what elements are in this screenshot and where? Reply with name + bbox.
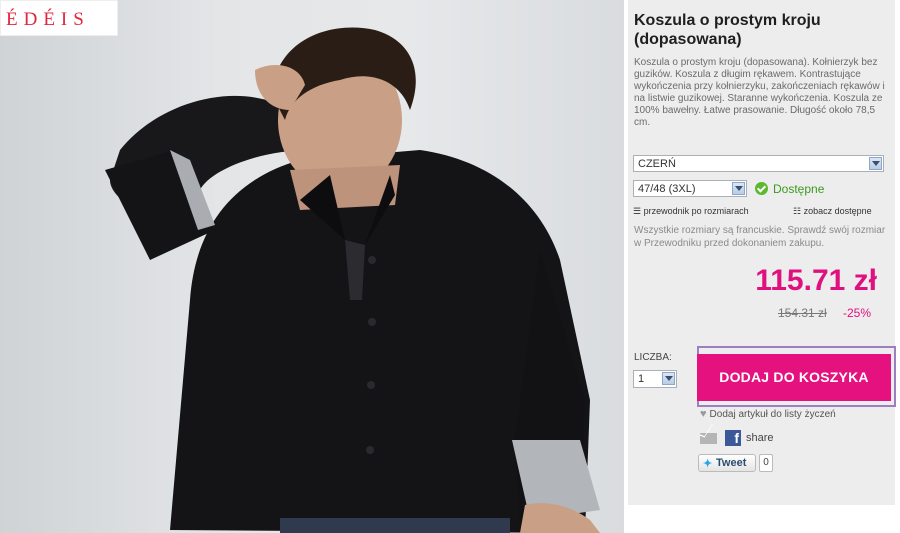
- dropdown-arrow-icon: [869, 157, 882, 170]
- color-select-value: CZERŃ: [638, 158, 676, 170]
- quantity-select[interactable]: 1: [633, 370, 677, 388]
- heart-icon: ♥: [700, 408, 707, 420]
- brand-logo-text: ÉDÉIS: [6, 9, 90, 30]
- product-title: Koszula o prostym kroju (dopasowana): [634, 12, 821, 48]
- see-available-link[interactable]: ☷ zobacz dostępne: [793, 206, 872, 217]
- model-illustration: [105, 27, 600, 533]
- color-select[interactable]: CZERŃ: [633, 155, 884, 172]
- brand-logo[interactable]: ÉDÉIS: [0, 0, 118, 36]
- dropdown-arrow-icon: [662, 372, 675, 385]
- product-panel: Koszula o prostym kroju (dopasowana) Kos…: [628, 0, 896, 505]
- discount-badge: -25%: [843, 306, 872, 320]
- quantity-label: LICZBA:: [634, 352, 672, 363]
- size-select-value: 47/48 (3XL): [638, 183, 696, 195]
- wishlist-link[interactable]: ♥ Dodaj artykuł do listy życzeń: [700, 408, 836, 420]
- quantity-value: 1: [638, 373, 645, 385]
- product-description: Koszula o prostym kroju (dopasowana). Ko…: [634, 57, 885, 128]
- dropdown-arrow-icon: [732, 182, 745, 195]
- tweet-button[interactable]: ✦ Tweet: [698, 454, 756, 472]
- size-note: Wszystkie rozmiary są francuskie. Sprawd…: [634, 225, 886, 249]
- see-available-link-label: zobacz dostępne: [803, 206, 872, 216]
- size-select[interactable]: 47/48 (3XL): [633, 180, 747, 197]
- mail-icon[interactable]: [700, 433, 717, 444]
- old-price: 154.31 zł: [778, 306, 827, 320]
- availability-status: Dostępne: [773, 182, 825, 196]
- add-to-cart-button[interactable]: DODAJ DO KOSZYKA: [697, 354, 891, 401]
- product-photo: ÉDÉIS: [0, 0, 624, 533]
- checkmark-icon: [755, 182, 768, 195]
- tweet-button-label: Tweet: [716, 457, 747, 469]
- twitter-bird-icon: ✦: [703, 458, 713, 470]
- facebook-share-label[interactable]: share: [746, 432, 774, 444]
- current-price: 115.71 zł: [755, 264, 877, 297]
- ruler-icon: ☰: [633, 206, 642, 216]
- facebook-icon[interactable]: f: [725, 430, 741, 446]
- size-guide-link[interactable]: ☰ przewodnik po rozmiarach: [633, 206, 749, 217]
- wishlist-link-label: Dodaj artykuł do listy życzeń: [709, 409, 836, 420]
- size-guide-link-label: przewodnik po rozmiarach: [643, 206, 749, 216]
- tweet-count: 0: [759, 454, 773, 472]
- grid-icon: ☷: [793, 206, 802, 216]
